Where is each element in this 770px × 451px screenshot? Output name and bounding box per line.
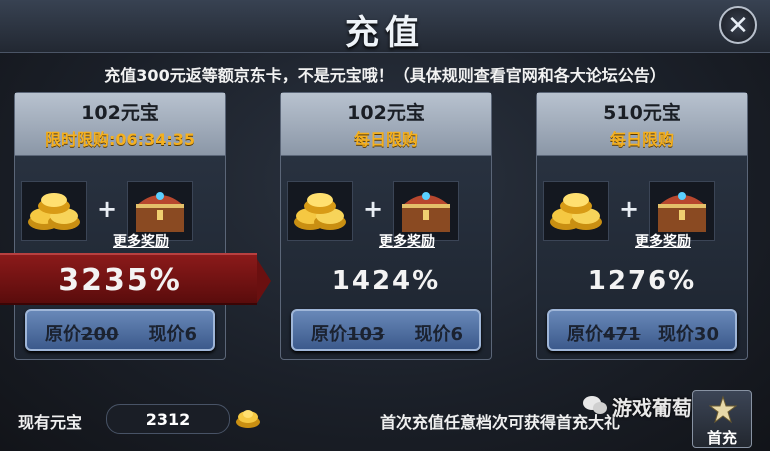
package-card-3[interactable]: 510元宝 每日限购 + 更多奖励 1276% 原价471 现价30 xyxy=(536,92,748,360)
plus-sign: + xyxy=(96,195,118,223)
chat-bubble-icon xyxy=(583,396,607,414)
current-price: 现价6 xyxy=(148,324,197,345)
plus-sign: + xyxy=(618,195,640,223)
more-rewards-link[interactable]: 更多奖励 xyxy=(379,231,435,251)
card-header: 102元宝 每日限购 xyxy=(281,93,491,156)
package-name: 102元宝 xyxy=(347,102,425,124)
package-name: 510元宝 xyxy=(603,102,681,124)
card-header: 510元宝 每日限购 xyxy=(537,93,747,156)
gold-ingot-slot[interactable] xyxy=(21,181,87,241)
package-limit: 每日限购 xyxy=(353,130,418,149)
package-name: 102元宝 xyxy=(81,102,159,124)
original-price: 原价103 xyxy=(311,324,385,345)
gold-ingot-icon xyxy=(294,193,346,230)
package-card-2[interactable]: 102元宝 每日限购 + 更多奖励 1424% 原价103 现价6 xyxy=(280,92,492,360)
recharge-window: 充值 ✕ 充值300元返等额京东卡，不是元宝哦！（具体规则查看官网和各大论坛公告… xyxy=(0,0,770,451)
original-price: 原价471 xyxy=(567,324,641,345)
close-button[interactable]: ✕ xyxy=(719,6,757,44)
original-price: 原价200 xyxy=(45,324,119,345)
first-recharge-label: 首充 xyxy=(706,429,737,447)
gold-ingot-icon xyxy=(550,193,602,230)
current-ingots-box: 2312 xyxy=(106,404,230,434)
package-limit: 限时限购:06:34:35 xyxy=(45,130,195,149)
buy-button[interactable]: 原价200 现价6 xyxy=(25,309,215,351)
package-limit: 每日限购 xyxy=(609,130,674,149)
plus-sign: + xyxy=(362,195,384,223)
current-ingots-label: 现有元宝 xyxy=(18,413,83,432)
gold-ingot-icon xyxy=(28,193,80,230)
star-icon xyxy=(709,395,737,424)
title-bar: 充值 ✕ xyxy=(0,0,770,53)
more-rewards-link[interactable]: 更多奖励 xyxy=(635,231,691,251)
current-ingots-value: 2312 xyxy=(145,410,191,429)
more-rewards-link[interactable]: 更多奖励 xyxy=(113,231,169,251)
buy-button[interactable]: 原价471 现价30 xyxy=(547,309,737,351)
gold-ingot-slot[interactable] xyxy=(287,181,353,241)
recharge-notice: 充值300元返等额京东卡，不是元宝哦！（具体规则查看官网和各大论坛公告） xyxy=(104,66,666,85)
bonus-percent: 1276% xyxy=(587,266,697,296)
bonus-percent: 1424% xyxy=(331,266,441,296)
window-title: 充值 xyxy=(345,13,425,53)
current-price: 现价30 xyxy=(657,324,719,345)
card-header: 102元宝 限时限购:06:34:35 xyxy=(15,93,225,156)
gold-ingot-slot[interactable] xyxy=(543,181,609,241)
watermark-text: 游戏葡萄 xyxy=(612,396,692,420)
package-card-1[interactable]: 102元宝 限时限购:06:34:35 + 更多奖励 3235% 原价200 现… xyxy=(0,92,271,360)
buy-button[interactable]: 原价103 现价6 xyxy=(291,309,481,351)
current-price: 现价6 xyxy=(414,324,463,345)
first-recharge-button[interactable]: 首充 xyxy=(692,390,752,448)
bonus-percent: 3235% xyxy=(58,263,182,298)
close-icon: ✕ xyxy=(727,11,749,41)
gold-ingot-icon xyxy=(236,410,260,428)
